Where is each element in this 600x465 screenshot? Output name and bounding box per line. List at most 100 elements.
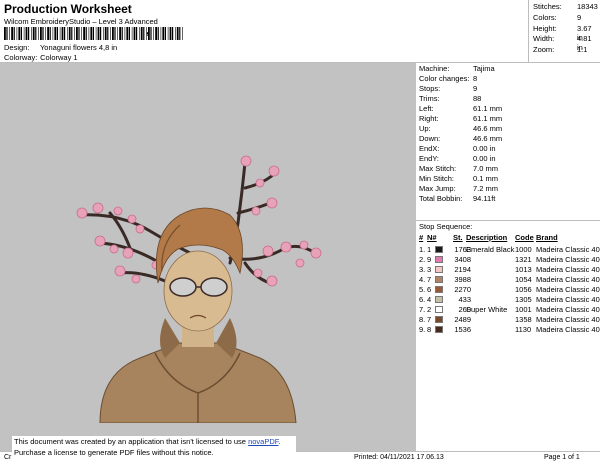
barcode: [4, 27, 183, 40]
cell-brand: Madeira Classic 40: [536, 305, 600, 314]
cell-desc: Emerald Black: [466, 245, 515, 254]
stop-sequence-row: 7. 2 260 Super White 1001 Madeira Classic 40: [416, 305, 600, 315]
cell-brand: Madeira Classic 40: [536, 255, 600, 264]
cell-code: 1130: [515, 325, 532, 334]
color-swatch: [435, 326, 443, 333]
cell-n: 8: [427, 325, 432, 334]
cell-brand: Madeira Classic 40: [536, 325, 600, 334]
stop-sequence-row: 8. 7 2489 1358 Madeira Classic 40: [416, 315, 600, 325]
design-value: Yonaguni flowers 4,8 in: [39, 43, 118, 52]
cell-brand: Madeira Classic 40: [536, 315, 600, 324]
cell-st: 3988: [454, 275, 471, 284]
colorway-row: Colorway: Colorway 1: [4, 53, 78, 62]
cell-brand: Madeira Classic 40: [536, 295, 600, 304]
col-header-brand: Brand: [536, 233, 558, 242]
cell-num: 3.: [419, 265, 426, 274]
cell-num: 2.: [419, 255, 426, 264]
color-swatch: [435, 256, 443, 263]
stop-sequence-row: 1. 1 1763 Emerald Black 1000 Madeira Classic …: [416, 245, 600, 255]
info-max-jump: Max Jump: 7.2 mm: [419, 184, 499, 193]
notice-line-2: Purchase a license to generate PDF files…: [14, 448, 214, 457]
embroidery-design-preview: [76, 155, 322, 423]
software-subtitle: Wilcom EmbroideryStudio – Level 3 Advanc…: [4, 17, 158, 26]
cell-n: 2: [427, 305, 432, 314]
cell-st: 2194: [454, 265, 471, 274]
info-color-changes: Color changes: 8: [419, 74, 478, 83]
cell-num: 5.: [419, 285, 426, 294]
cell-st: 433: [458, 295, 471, 304]
machine-info-panel: Machine: Tajima Color changes: 8 Stops: 9 T…: [416, 63, 600, 451]
info-total-bobbin: Total Bobbin: 94.11ft: [419, 194, 496, 203]
worksheet-header: Production Worksheet Wilcom EmbroiderySt…: [0, 0, 528, 62]
cell-num: 8.: [419, 315, 426, 324]
col-header-num: #: [419, 233, 424, 242]
cell-n: 9: [427, 255, 432, 264]
cell-code: 1305: [515, 295, 532, 304]
cell-num: 7.: [419, 305, 426, 314]
cell-num: 9.: [419, 325, 426, 334]
color-swatch: [435, 306, 443, 313]
design-row: Design: Yonaguni flowers 4,8 in: [4, 43, 117, 52]
info-up: Up: 46.6 mm: [419, 124, 503, 133]
colorway-label: Colorway:: [4, 53, 38, 62]
stat-stitches: Stitches: 18343: [533, 2, 598, 11]
notice-line-1: This document was created by an applicat…: [14, 437, 281, 446]
col-header-st: St.: [453, 233, 463, 242]
barcode-trailing-mark: ,: [146, 23, 150, 37]
stat-zoom: Zoom: 1:1: [533, 45, 588, 54]
info-left: Left: 61.1 mm: [419, 104, 503, 113]
cell-brand: Madeira Classic 40: [536, 275, 600, 284]
cell-num: 4.: [419, 275, 426, 284]
cell-code: 1321: [515, 255, 532, 264]
stop-sequence-row: 4. 7 3988 1054 Madeira Classic 40: [416, 275, 600, 285]
info-machine: Machine: Tajima: [419, 64, 495, 73]
info-endx: EndX: 0.00 in: [419, 144, 496, 153]
col-header-code: Code: [515, 233, 534, 242]
cell-st: 3408: [454, 255, 471, 264]
stop-sequence-row: 5. 6 2270 1056 Madeira Classic 40: [416, 285, 600, 295]
stats-box: Stitches: 18343 Colors: 9 Height: 3.67 in W…: [528, 0, 600, 62]
stat-height: Height: 3.67 in: [533, 24, 592, 42]
cell-n: 4: [427, 295, 432, 304]
cell-brand: Madeira Classic 40: [536, 285, 600, 294]
cell-n: 7: [427, 275, 432, 284]
info-min-stitch: Min Stitch: 0.1 mm: [419, 174, 499, 183]
cell-n: 6: [427, 285, 432, 294]
printed-timestamp: Printed: 04/11/2021 17.06.13: [354, 454, 444, 461]
info-right: Right: 61.1 mm: [419, 114, 503, 123]
info-trims: Trims: 88: [419, 94, 482, 103]
stat-width: Width: 4.81 in: [533, 34, 592, 52]
cell-n: 3: [427, 265, 432, 274]
cell-code: 1001: [515, 305, 532, 314]
color-swatch: [435, 316, 443, 323]
cell-code: 1000: [515, 245, 532, 254]
cell-st: 2270: [454, 285, 471, 294]
design-label: Design:: [4, 43, 30, 52]
stop-sequence-row: 3. 3 2194 1013 Madeira Classic 40: [416, 265, 600, 275]
stop-sequence-row: 6. 4 433 1305 Madeira Classic 40: [416, 295, 600, 305]
stop-sequence-title: Stop Sequence:: [419, 222, 473, 231]
info-stops: Stops: 9: [419, 84, 478, 93]
cell-code: 1013: [515, 265, 532, 274]
color-swatch: [435, 246, 443, 253]
license-notice: This document was created by an applicat…: [12, 436, 296, 460]
color-swatch: [435, 296, 443, 303]
page-title: Production Worksheet: [4, 2, 132, 16]
stop-sequence-divider: [416, 220, 600, 221]
color-swatch: [435, 286, 443, 293]
footer-left-text: Cr: [4, 454, 12, 461]
info-down: Down: 46.6 mm: [419, 134, 503, 143]
cell-st: 2489: [454, 315, 471, 324]
info-endy: EndY: 0.00 in: [419, 154, 496, 163]
cell-desc: Super White: [466, 305, 508, 314]
stop-sequence-row: 9. 8 1536 1130 Madeira Classic 40: [416, 325, 600, 335]
cell-st: 1536: [454, 325, 471, 334]
novapdf-link[interactable]: novaPDF: [248, 437, 278, 446]
color-swatch: [435, 276, 443, 283]
stop-sequence-row: 2. 9 3408 1321 Madeira Classic 40: [416, 255, 600, 265]
cell-code: 1358: [515, 315, 532, 324]
cell-n: 1: [427, 245, 432, 254]
cell-num: 1.: [419, 245, 426, 254]
color-swatch: [435, 266, 443, 273]
cell-num: 6.: [419, 295, 426, 304]
